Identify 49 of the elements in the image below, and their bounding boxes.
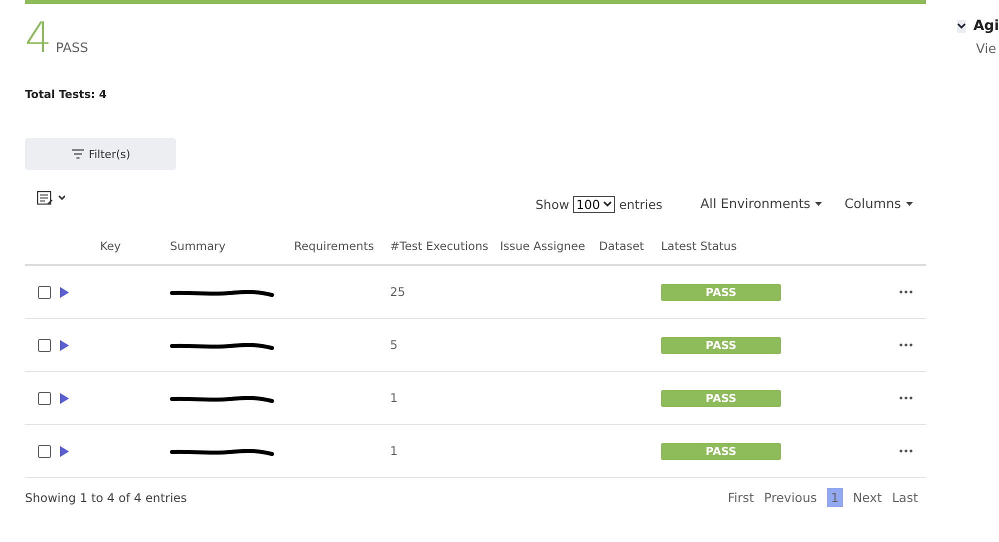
column-header[interactable]: Dataset	[599, 239, 661, 253]
page-link[interactable]: First	[728, 488, 754, 507]
total-tests: Total Tests: 4	[25, 88, 108, 101]
collapse-button[interactable]	[957, 20, 966, 32]
dropdown-button[interactable]: All Environments	[700, 196, 822, 212]
caret-icon	[906, 202, 913, 206]
play-icon[interactable]	[60, 446, 69, 456]
row-checkbox[interactable]	[38, 444, 51, 458]
entries-info: Showing 1 to 4 of 4 entries	[25, 490, 187, 504]
status-badge: PASS	[661, 442, 781, 460]
row-checkbox[interactable]	[38, 286, 51, 298]
more-icon[interactable]	[899, 449, 913, 453]
caret-icon	[815, 202, 822, 206]
status-badge: PASS	[661, 336, 781, 354]
play-icon[interactable]	[60, 340, 69, 350]
show-label: Show	[535, 196, 570, 212]
column-header[interactable]: Issue Assignee	[500, 239, 599, 253]
execution-count: 5	[390, 338, 399, 352]
column-header[interactable]: Key	[100, 239, 170, 253]
filter-icon	[70, 148, 85, 160]
status-badge: PASS	[661, 284, 781, 300]
column-header[interactable]: Summary	[170, 239, 294, 253]
page-link[interactable]: Previous	[764, 488, 817, 507]
row-checkbox[interactable]	[38, 392, 51, 404]
play-icon[interactable]	[60, 392, 69, 404]
row-checkbox[interactable]	[38, 338, 51, 352]
page-link[interactable]: Last	[892, 488, 918, 507]
chevron-icon	[603, 201, 612, 207]
play-icon[interactable]	[60, 286, 69, 298]
more-icon[interactable]	[899, 290, 913, 294]
view-link[interactable]: Vie	[976, 42, 996, 57]
more-icon[interactable]	[899, 396, 913, 400]
entries-select[interactable]: 100	[573, 196, 616, 212]
execution-count: 1	[390, 444, 399, 458]
more-icon[interactable]	[899, 343, 913, 347]
pass-label: PASS	[56, 41, 88, 56]
pass-count: 4	[25, 18, 52, 58]
filter-button[interactable]: Filter(s)	[25, 138, 176, 170]
column-header[interactable]: #Test Executions	[390, 239, 500, 253]
page-link[interactable]: Next	[852, 488, 882, 507]
column-header[interactable]: Requirements	[294, 239, 390, 253]
entries-label: entries	[619, 196, 662, 212]
execution-count: 1	[390, 391, 399, 405]
panel-title: Agi	[973, 18, 999, 34]
column-header[interactable]: Latest Status	[661, 239, 886, 253]
execution-count: 25	[390, 285, 406, 299]
list-edit-icon	[37, 191, 65, 205]
status-badge: PASS	[661, 390, 781, 406]
dropdown-button[interactable]: Columns	[844, 196, 913, 212]
